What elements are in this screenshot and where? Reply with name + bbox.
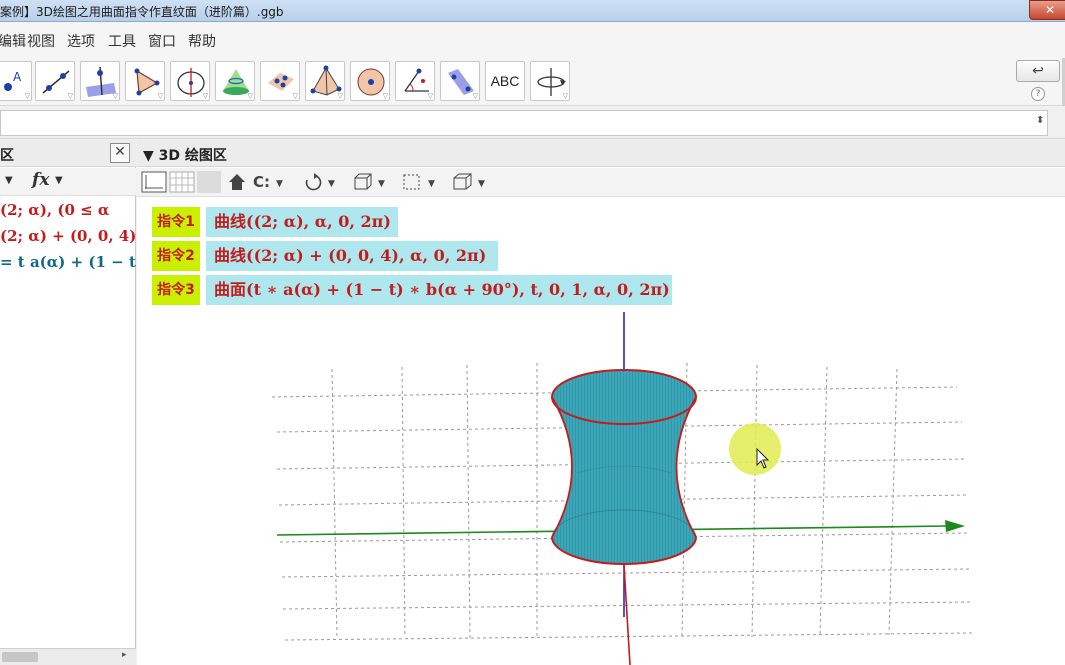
window-close-button[interactable]: ✕ bbox=[1029, 0, 1065, 20]
undo-button[interactable]: ↩ bbox=[1016, 60, 1060, 82]
undo-icon: ↩ bbox=[1032, 63, 1044, 79]
window-title: 案例】3D绘图之用曲面指令作直纹面（进阶篇）.ggb bbox=[0, 5, 284, 19]
algebra-row-curve-a[interactable]: (2; α), (0 ≤ α bbox=[0, 201, 109, 219]
toolbar: A ▽ ▽ ▽ ▽ ▽ ▽ ▽ ▽ ▽ ▽ ▽ ABC ▽ ↩ ? bbox=[0, 58, 1065, 106]
reflect-tool[interactable]: ▽ bbox=[440, 61, 480, 101]
x-axis-arrow bbox=[945, 520, 965, 532]
fx-icon[interactable]: fx bbox=[32, 170, 49, 190]
point-tool[interactable]: A ▽ bbox=[0, 61, 32, 101]
algebra-panel-header: 区 ✕ bbox=[0, 140, 136, 167]
help-icon: ? bbox=[1035, 89, 1041, 99]
text-abc-icon: ABC bbox=[490, 73, 520, 89]
graphics-3d-panel: ▼ 3D 绘图区 C: ▼ ▼ ▼ ▼ ▼ 指令1 曲线((2; α), α, 0… bbox=[137, 140, 1065, 665]
algebra-panel: 区 ✕ ▼ fx ▼ (2; α), (0 ≤ α (2; α) + (0, 0… bbox=[0, 140, 136, 665]
menu-edit[interactable]: 编辑 bbox=[0, 31, 26, 51]
graphics-3d-canvas[interactable] bbox=[137, 197, 1065, 665]
polygon-tool[interactable]: ▽ bbox=[125, 61, 165, 101]
svg-text:▼: ▼ bbox=[478, 179, 485, 189]
svg-text:C:: C: bbox=[253, 173, 270, 191]
rotate-view-tool[interactable]: ▽ bbox=[530, 61, 570, 101]
ruled-surface bbox=[551, 370, 697, 564]
circle-axis-tool[interactable]: ▽ bbox=[170, 61, 210, 101]
plane-toggle-icon[interactable] bbox=[197, 171, 221, 193]
menu-bar: 编辑 视图 选项 工具 窗口 帮助 bbox=[0, 22, 1065, 58]
close-icon: ✕ bbox=[1044, 3, 1056, 17]
menu-help[interactable]: 帮助 bbox=[188, 31, 216, 51]
home-icon[interactable] bbox=[227, 171, 247, 193]
svg-text:▼: ▼ bbox=[378, 179, 385, 189]
close-icon: ✕ bbox=[114, 144, 126, 160]
svg-text:▼: ▼ bbox=[328, 179, 335, 189]
perpendicular-line-tool[interactable]: ▽ bbox=[80, 61, 120, 101]
svg-text:▼: ▼ bbox=[276, 179, 283, 189]
horizontal-scrollbar[interactable]: ▸ bbox=[0, 648, 136, 665]
scrollbar-thumb[interactable] bbox=[2, 652, 38, 662]
geogebra-window: 案例】3D绘图之用曲面指令作直纹面（进阶篇）.ggb ✕ 编辑 视图 选项 工具… bbox=[0, 0, 1065, 665]
svg-text:▼: ▼ bbox=[428, 179, 435, 189]
graphics-3d-header: ▼ 3D 绘图区 bbox=[137, 140, 1065, 167]
axes-toggle-icon[interactable] bbox=[141, 171, 167, 193]
projection-icon[interactable]: ▼ bbox=[451, 171, 491, 193]
title-bar: 案例】3D绘图之用曲面指令作直纹面（进阶篇）.ggb ✕ bbox=[0, 0, 1065, 22]
algebra-close-button[interactable]: ✕ bbox=[110, 143, 130, 163]
algebra-panel-title: 区 bbox=[0, 148, 14, 164]
menu-options[interactable]: 选项 bbox=[67, 31, 95, 51]
graphics-3d-title: ▼ 3D 绘图区 bbox=[143, 148, 227, 164]
plane-tool[interactable]: ▽ bbox=[260, 61, 300, 101]
bounding-box-icon[interactable]: ▼ bbox=[401, 171, 441, 193]
view-direction-icon[interactable]: ▼ bbox=[351, 171, 391, 193]
cursor-highlight bbox=[729, 423, 781, 475]
sphere-tool[interactable]: ▽ bbox=[350, 61, 390, 101]
scroll-right-icon[interactable]: ▸ bbox=[122, 650, 127, 660]
angle-tool[interactable]: ▽ bbox=[395, 61, 435, 101]
command-input[interactable] bbox=[0, 110, 1048, 136]
grid-toggle-icon[interactable] bbox=[169, 171, 195, 193]
input-history-icon[interactable]: ⬍ bbox=[1036, 115, 1044, 126]
chevron-down-icon[interactable]: ▼ bbox=[55, 175, 63, 186]
input-bar: ⬍ bbox=[0, 107, 1065, 139]
intersect-surfaces-tool[interactable]: ▽ bbox=[215, 61, 255, 101]
help-button[interactable]: ? bbox=[1031, 87, 1045, 101]
algebra-style-bar: ▼ fx ▼ bbox=[0, 168, 136, 196]
algebra-row-surface[interactable]: = t a(α) + (1 − t bbox=[0, 253, 136, 271]
pyramid-tool[interactable]: ▽ bbox=[305, 61, 345, 101]
chevron-down-icon[interactable]: ▼ bbox=[5, 175, 13, 186]
graphics-3d-style-bar: C: ▼ ▼ ▼ ▼ ▼ bbox=[137, 168, 1065, 197]
algebra-row-curve-b[interactable]: (2; α) + (0, 0, 4) bbox=[0, 227, 136, 245]
menu-window[interactable]: 窗口 bbox=[148, 31, 176, 51]
menu-view[interactable]: 视图 bbox=[27, 31, 55, 51]
clipping-dropdown-icon[interactable]: C: ▼ bbox=[253, 171, 289, 193]
text-tool[interactable]: ABC bbox=[485, 61, 525, 101]
rotate-animation-icon[interactable]: ▼ bbox=[301, 171, 341, 193]
menu-tools[interactable]: 工具 bbox=[108, 31, 136, 51]
svg-text:A: A bbox=[13, 70, 22, 84]
z-axis-bottom bbox=[623, 564, 631, 665]
line-tool[interactable]: ▽ bbox=[35, 61, 75, 101]
